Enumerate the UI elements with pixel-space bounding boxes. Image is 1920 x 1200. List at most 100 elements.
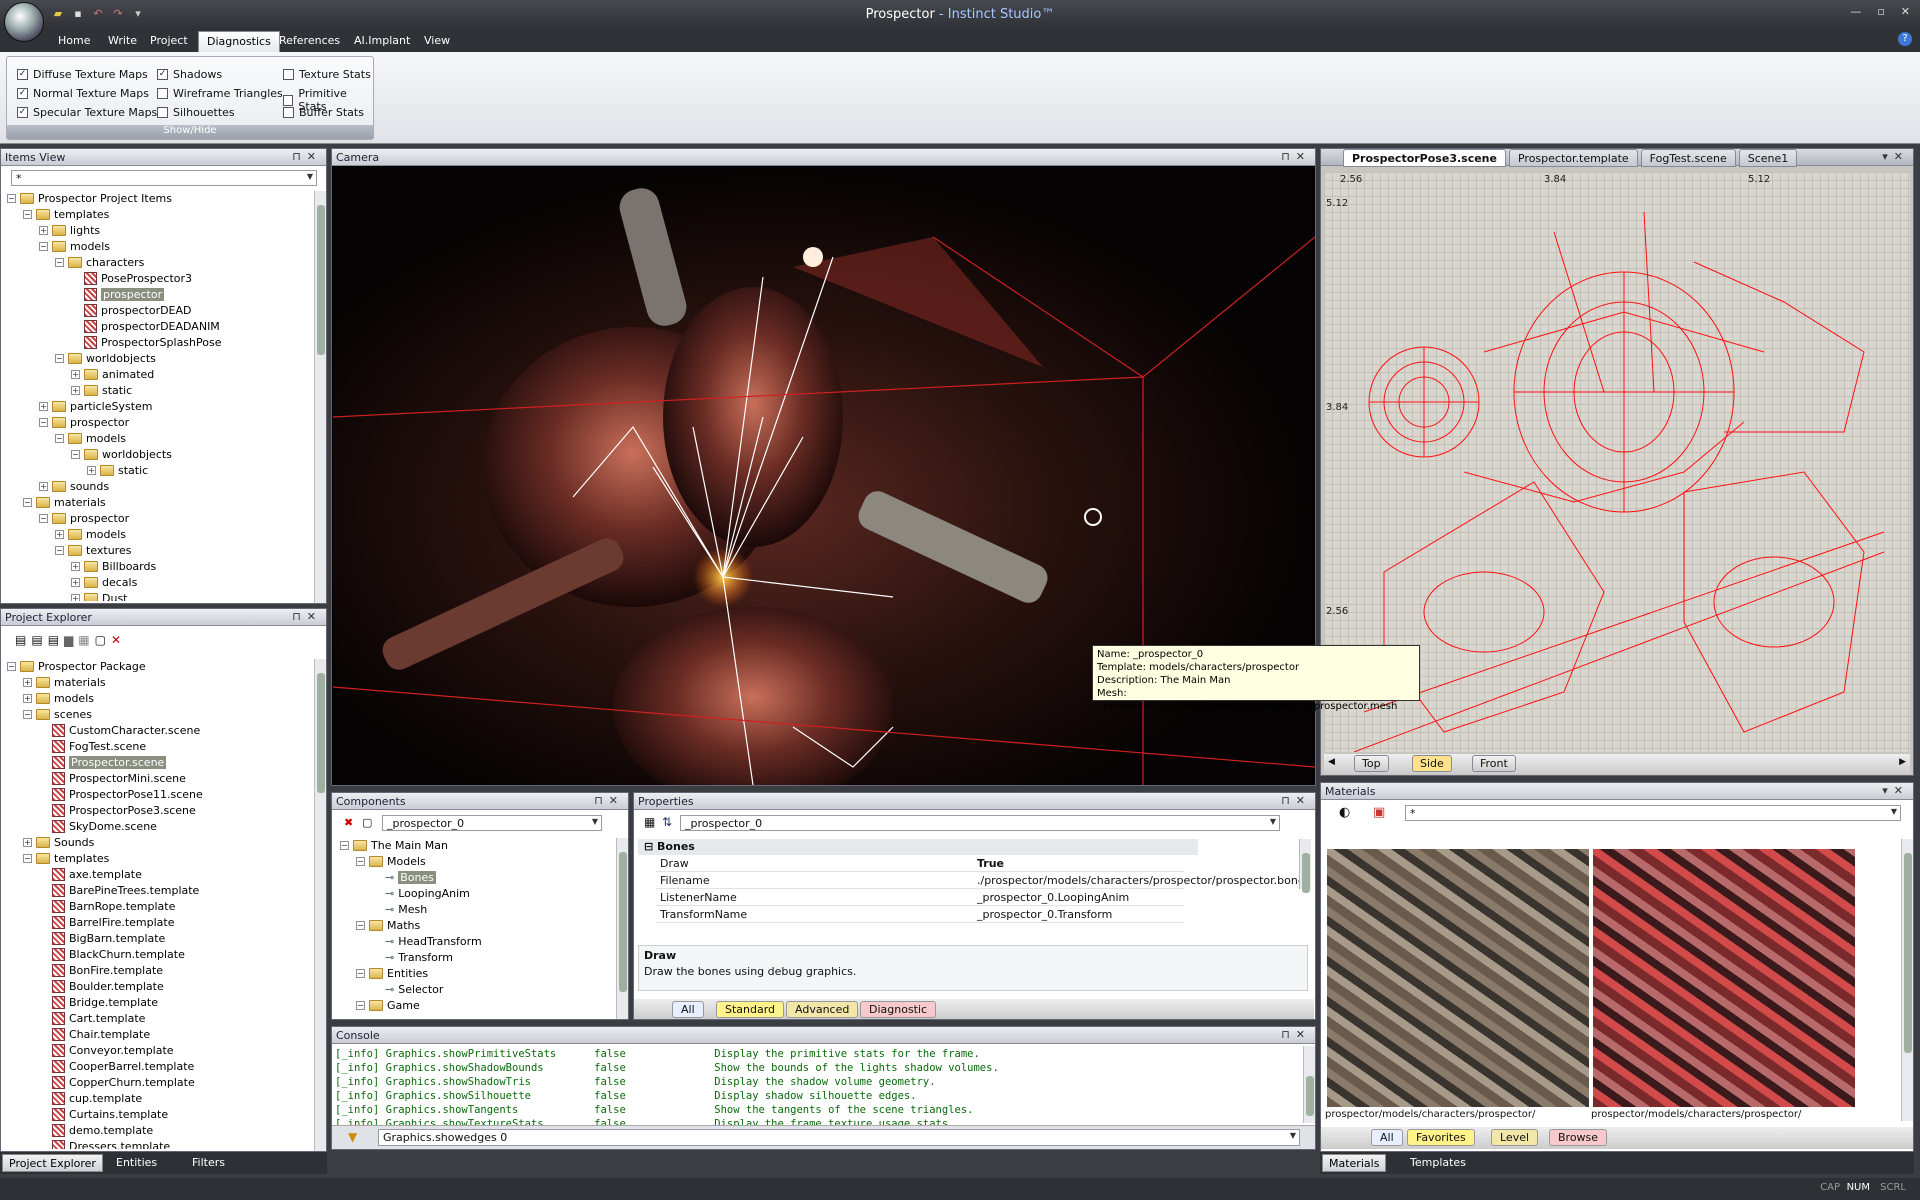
filter-standard[interactable]: Standard xyxy=(716,1001,785,1018)
tree-item[interactable]: − templates xyxy=(23,851,109,866)
tab-filters[interactable]: Filters xyxy=(186,1154,231,1172)
expand-toggle-icon[interactable]: − xyxy=(71,450,80,459)
tree-item[interactable]: − prospector xyxy=(39,415,129,430)
tree-item[interactable]: + Sounds xyxy=(23,835,94,850)
expand-toggle-icon[interactable]: − xyxy=(55,354,64,363)
pin-close-icon[interactable]: ⊓✕ xyxy=(594,794,624,807)
pin-close-icon[interactable]: ⊓✕ xyxy=(1281,150,1311,163)
shadows-checkbox[interactable]: ✓ Shadows xyxy=(157,68,222,81)
tree-item[interactable]: − Prospector Project Items xyxy=(7,191,172,206)
tree-item[interactable]: BlackChurn.template xyxy=(39,947,185,962)
material-thumbnail-diffuse[interactable] xyxy=(1327,849,1589,1107)
expand-toggle-icon[interactable]: + xyxy=(39,482,48,491)
tree-item[interactable]: axe.template xyxy=(39,867,142,882)
pin-close-icon[interactable]: ⊓✕ xyxy=(292,150,322,163)
tree-item[interactable]: − textures xyxy=(55,543,131,558)
tree-item[interactable]: ⊸ Mesh xyxy=(372,902,427,917)
pin-close-icon[interactable]: ▾✕ xyxy=(1882,150,1909,163)
tab-project[interactable]: Project xyxy=(142,34,196,52)
view-top[interactable]: Top xyxy=(1354,755,1389,772)
expand-toggle-icon[interactable]: + xyxy=(55,530,64,539)
tree-item[interactable]: FogTest.scene xyxy=(39,739,146,754)
tree-item[interactable]: ⊸ HeadTransform xyxy=(372,934,482,949)
expand-toggle-icon[interactable]: + xyxy=(71,386,80,395)
property-filename[interactable]: Filename ./prospector/models/characters/p… xyxy=(656,873,1310,889)
help-icon[interactable]: ? xyxy=(1898,32,1912,46)
expand-toggle-icon[interactable]: + xyxy=(87,466,96,475)
pin-close-icon[interactable]: ⊓✕ xyxy=(1281,1028,1311,1041)
property-draw[interactable]: Draw True xyxy=(656,856,1184,872)
tree-item[interactable]: ⊸ Bones xyxy=(372,870,436,885)
undo-icon[interactable]: ↶ xyxy=(90,7,106,21)
tree-item[interactable]: − Prospector Package xyxy=(7,659,146,674)
maximize-icon[interactable]: ▫ xyxy=(1877,5,1884,18)
tree-item[interactable]: ⊸ Selector xyxy=(372,982,443,997)
console-command-input[interactable]: Graphics.showedges 0 ▼ xyxy=(378,1129,1300,1146)
material-sphere-icon[interactable]: ◐ xyxy=(1339,805,1350,820)
expand-toggle-icon[interactable]: + xyxy=(23,838,32,847)
expand-toggle-icon[interactable]: + xyxy=(71,370,80,379)
material-library-icon[interactable]: ▣ xyxy=(1373,805,1385,820)
normal-texture-maps-checkbox[interactable]: ✓ Normal Texture Maps xyxy=(17,87,149,100)
tree-item[interactable]: Boulder.template xyxy=(39,979,164,994)
tab-write[interactable]: Write xyxy=(100,34,145,52)
tree-item[interactable]: prospectorDEAD xyxy=(71,303,192,318)
tree-item[interactable]: ProspectorSplashPose xyxy=(71,335,221,350)
tab-project-explorer[interactable]: Project Explorer xyxy=(2,1154,103,1172)
pin-close-icon[interactable]: ⊓✕ xyxy=(1281,794,1311,807)
filter-level[interactable]: Level xyxy=(1491,1129,1539,1146)
tab-templates[interactable]: Templates xyxy=(1404,1154,1472,1172)
expand-toggle-icon[interactable]: − xyxy=(340,841,349,850)
expand-toggle-icon[interactable]: − xyxy=(55,258,64,267)
tree-item[interactable]: prospector xyxy=(71,287,165,302)
pin-close-icon[interactable]: ⊓✕ xyxy=(292,610,322,623)
page-icon[interactable]: ▢ xyxy=(362,816,372,829)
tree-item[interactable]: + Dust xyxy=(71,591,128,601)
material-thumbnail-red[interactable] xyxy=(1593,849,1855,1107)
tree-item[interactable]: BarePineTrees.template xyxy=(39,883,199,898)
tree-item[interactable]: PoseProspector3 xyxy=(71,271,192,286)
components-scrollbar[interactable] xyxy=(616,838,628,1019)
expand-toggle-icon[interactable]: + xyxy=(39,226,48,235)
expand-toggle-icon[interactable]: − xyxy=(23,710,32,719)
tab-prospector-template[interactable]: Prospector.template xyxy=(1508,149,1638,167)
tree-item[interactable]: BigBarn.template xyxy=(39,931,165,946)
tree-item[interactable]: + models xyxy=(23,691,94,706)
specular-texture-maps-checkbox[interactable]: ✓ Specular Texture Maps xyxy=(17,106,157,119)
filter-funnel-icon[interactable]: ▼ xyxy=(348,1130,357,1144)
import-icon[interactable]: ▤ xyxy=(31,633,42,647)
expand-toggle-icon[interactable]: − xyxy=(356,921,365,930)
tree-item[interactable]: + animated xyxy=(71,367,154,382)
tree-item[interactable]: Curtains.template xyxy=(39,1107,168,1122)
tree-item[interactable]: cup.template xyxy=(39,1091,142,1106)
tree-item[interactable]: − Models xyxy=(356,854,426,869)
tree-item[interactable]: ⊸ LoopingAnim xyxy=(372,886,470,901)
sort-alpha-icon[interactable]: ⇅ xyxy=(662,815,672,829)
console-scrollbar[interactable] xyxy=(1303,1046,1315,1123)
tree-item[interactable]: − materials xyxy=(23,495,106,510)
expand-toggle-icon[interactable]: − xyxy=(39,418,48,427)
items-scrollbar[interactable] xyxy=(314,191,326,603)
expand-toggle-icon[interactable]: + xyxy=(39,402,48,411)
tree-item[interactable]: CooperBarrel.template xyxy=(39,1059,194,1074)
filter-advanced[interactable]: Advanced xyxy=(786,1001,859,1018)
property-transform-name[interactable]: TransformName _prospector_0.Transform xyxy=(656,907,1184,923)
tree-item[interactable]: + decals xyxy=(71,575,137,590)
tree-item[interactable]: CustomCharacter.scene xyxy=(39,723,200,738)
tree-item[interactable]: + static xyxy=(71,383,132,398)
expand-toggle-icon[interactable]: − xyxy=(7,194,16,203)
buffer-stats-checkbox[interactable]: Buffer Stats xyxy=(283,106,364,119)
items-filter-combo[interactable]: * ▼ xyxy=(11,170,317,186)
tree-item[interactable]: + Billboards xyxy=(71,559,156,574)
open-folder-icon[interactable]: ▰ xyxy=(50,7,66,21)
expand-toggle-icon[interactable]: + xyxy=(71,578,80,587)
texture-stats-checkbox[interactable]: Texture Stats xyxy=(283,68,371,81)
materials-filter-combo[interactable]: * ▼ xyxy=(1405,805,1901,821)
tree-item[interactable]: − models xyxy=(39,239,110,254)
tab-scene1[interactable]: Scene1 xyxy=(1738,149,1798,167)
tab-entities[interactable]: Entities xyxy=(110,1154,163,1172)
scroll-left-icon[interactable]: ◀ xyxy=(1328,757,1335,767)
tab-references[interactable]: References xyxy=(271,34,348,52)
tree-item[interactable]: Cart.template xyxy=(39,1011,145,1026)
copy-icon[interactable]: ▢ xyxy=(95,633,106,647)
